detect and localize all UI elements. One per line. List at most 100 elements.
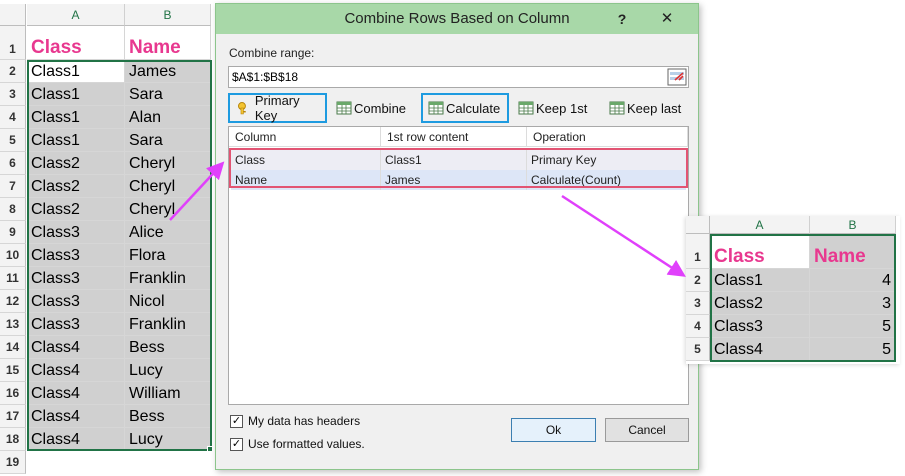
cell-class[interactable]: Class2 bbox=[710, 292, 810, 315]
calculate-button[interactable]: Calculate bbox=[421, 93, 509, 123]
formatted-values-checkbox[interactable]: ✓ bbox=[230, 438, 243, 451]
cell-name[interactable]: Lucy bbox=[125, 359, 211, 382]
cell-name[interactable]: Cheryl bbox=[125, 152, 211, 175]
help-button[interactable]: ? bbox=[612, 9, 632, 29]
close-button[interactable]: ✕ bbox=[644, 8, 690, 30]
ok-button[interactable]: Ok bbox=[511, 418, 596, 442]
cell-name[interactable]: Alice bbox=[125, 221, 211, 244]
cell-class[interactable]: Class1 bbox=[27, 60, 125, 83]
cell-class[interactable]: Class4 bbox=[27, 405, 125, 428]
cell-name[interactable]: Sara bbox=[125, 83, 211, 106]
grid-row-class[interactable]: Class Class1 Primary Key bbox=[231, 150, 686, 170]
column-header-b[interactable]: B bbox=[125, 4, 211, 26]
column-header-a[interactable]: A bbox=[710, 216, 810, 234]
cell-name[interactable]: Lucy bbox=[125, 428, 211, 451]
cell-name[interactable]: Flora bbox=[125, 244, 211, 267]
row-number[interactable]: 12 bbox=[0, 290, 26, 313]
row-number[interactable]: 6 bbox=[0, 152, 26, 175]
select-all-corner[interactable] bbox=[0, 4, 26, 26]
row-number[interactable]: 3 bbox=[686, 292, 710, 315]
grid-row-name[interactable]: Name James Calculate(Count) bbox=[231, 170, 686, 190]
row-number[interactable]: 19 bbox=[0, 451, 26, 474]
header-cell-class[interactable]: Class bbox=[710, 234, 810, 269]
key-icon bbox=[237, 102, 246, 115]
cell-class[interactable]: Class3 bbox=[27, 244, 125, 267]
row-number[interactable]: 1 bbox=[686, 234, 710, 269]
cell-count[interactable]: 5 bbox=[810, 338, 896, 361]
keep-last-button[interactable]: Keep last bbox=[609, 93, 689, 123]
row-number[interactable]: 14 bbox=[0, 336, 26, 359]
cell-class[interactable]: Class3 bbox=[27, 313, 125, 336]
cell-class[interactable]: Class4 bbox=[710, 338, 810, 361]
row-number[interactable]: 7 bbox=[0, 175, 26, 198]
has-headers-checkbox[interactable]: ✓ bbox=[230, 415, 243, 428]
grid-header-first-row-content[interactable]: 1st row content bbox=[381, 127, 527, 147]
cell-class[interactable]: Class4 bbox=[27, 382, 125, 405]
primary-key-button[interactable]: Primary Key bbox=[228, 93, 327, 123]
cancel-button[interactable]: Cancel bbox=[605, 418, 689, 442]
cell-class[interactable]: Class3 bbox=[27, 267, 125, 290]
header-cell-name[interactable]: Name bbox=[810, 234, 896, 269]
combine-button[interactable]: Combine bbox=[336, 93, 416, 123]
row-number[interactable]: 8 bbox=[0, 198, 26, 221]
cell-count[interactable]: 3 bbox=[810, 292, 896, 315]
row-number[interactable]: 9 bbox=[0, 221, 26, 244]
row-number[interactable]: 10 bbox=[0, 244, 26, 267]
row-number[interactable]: 1 bbox=[0, 26, 26, 60]
range-select-icon[interactable] bbox=[667, 68, 687, 86]
cell-class[interactable]: Class1 bbox=[27, 83, 125, 106]
grid-header-column[interactable]: Column bbox=[229, 127, 381, 147]
cell-class[interactable]: Class1 bbox=[710, 269, 810, 292]
table-icon bbox=[336, 101, 352, 115]
cell-class[interactable]: Class2 bbox=[27, 175, 125, 198]
cell-name[interactable]: Bess bbox=[125, 405, 211, 428]
cell-class[interactable]: Class3 bbox=[710, 315, 810, 338]
row-number[interactable]: 13 bbox=[0, 313, 26, 336]
cell-class[interactable]: Class4 bbox=[27, 428, 125, 451]
column-header-a[interactable]: A bbox=[27, 4, 125, 26]
row-number[interactable]: 15 bbox=[0, 359, 26, 382]
cell-class[interactable]: Class1 bbox=[27, 106, 125, 129]
row-number[interactable]: 3 bbox=[0, 83, 26, 106]
cell-count[interactable]: 4 bbox=[810, 269, 896, 292]
row-number[interactable]: 5 bbox=[0, 129, 26, 152]
row-number[interactable]: 2 bbox=[0, 60, 26, 83]
cell-count[interactable]: 5 bbox=[810, 315, 896, 338]
cell-name[interactable]: William bbox=[125, 382, 211, 405]
cell-name[interactable]: Cheryl bbox=[125, 198, 211, 221]
grid-header-operation[interactable]: Operation bbox=[527, 127, 688, 147]
header-cell-name[interactable]: Name bbox=[125, 26, 211, 60]
keep-first-button[interactable]: Keep 1st bbox=[518, 93, 598, 123]
cell-name[interactable]: Alan bbox=[125, 106, 211, 129]
cell-name[interactable]: Franklin bbox=[125, 267, 211, 290]
cell-name[interactable]: Cheryl bbox=[125, 175, 211, 198]
select-all-corner[interactable] bbox=[686, 216, 710, 234]
row-number[interactable]: 17 bbox=[0, 405, 26, 428]
fill-handle[interactable] bbox=[207, 446, 213, 452]
table-icon bbox=[609, 101, 625, 115]
cell-name[interactable]: Franklin bbox=[125, 313, 211, 336]
row-number[interactable]: 18 bbox=[0, 428, 26, 451]
grid-cell-operation: Calculate(Count) bbox=[531, 173, 622, 187]
row-number[interactable]: 4 bbox=[0, 106, 26, 129]
column-operations-grid[interactable]: Column 1st row content Operation Class C… bbox=[228, 126, 689, 405]
row-number[interactable]: 5 bbox=[686, 338, 710, 361]
cell-class[interactable]: Class2 bbox=[27, 152, 125, 175]
cell-class[interactable]: Class4 bbox=[27, 359, 125, 382]
cell-class[interactable]: Class1 bbox=[27, 129, 125, 152]
cell-name[interactable]: Bess bbox=[125, 336, 211, 359]
row-number[interactable]: 4 bbox=[686, 315, 710, 338]
cell-class[interactable]: Class3 bbox=[27, 221, 125, 244]
cell-class[interactable]: Class2 bbox=[27, 198, 125, 221]
combine-range-input[interactable] bbox=[228, 66, 689, 88]
cell-name[interactable]: Nicol bbox=[125, 290, 211, 313]
row-number[interactable]: 11 bbox=[0, 267, 26, 290]
cell-name[interactable]: James bbox=[125, 60, 211, 83]
row-number[interactable]: 2 bbox=[686, 269, 710, 292]
column-header-b[interactable]: B bbox=[810, 216, 896, 234]
cell-name[interactable]: Sara bbox=[125, 129, 211, 152]
row-number[interactable]: 16 bbox=[0, 382, 26, 405]
header-cell-class[interactable]: Class bbox=[27, 26, 125, 60]
cell-class[interactable]: Class3 bbox=[27, 290, 125, 313]
cell-class[interactable]: Class4 bbox=[27, 336, 125, 359]
